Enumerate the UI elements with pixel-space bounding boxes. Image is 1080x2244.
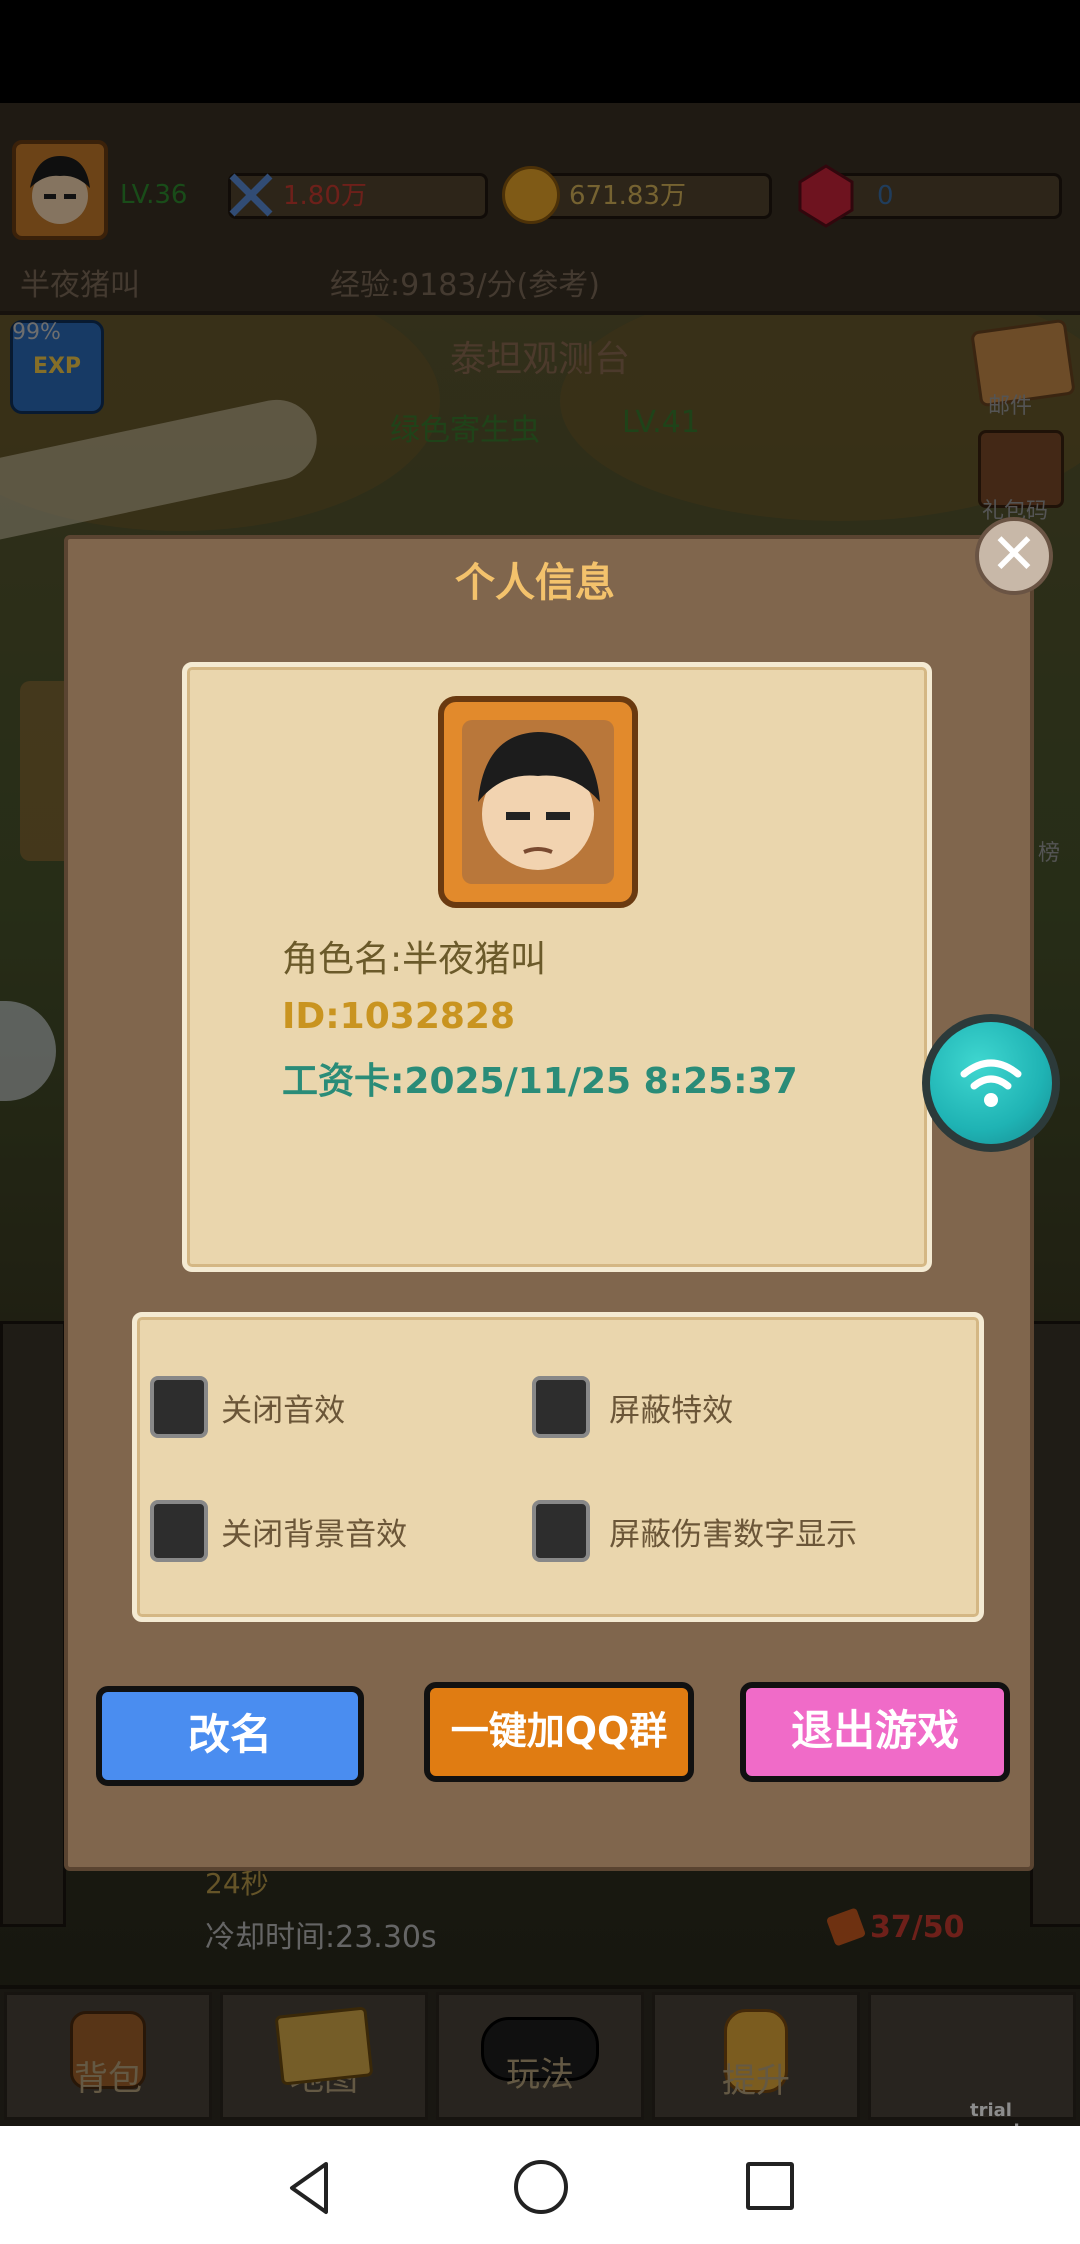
- mute-sound-checkbox[interactable]: [150, 1376, 208, 1438]
- settings-card: [132, 1312, 984, 1622]
- hide-damage-checkbox[interactable]: [532, 1500, 590, 1562]
- rename-button[interactable]: 改名: [96, 1686, 364, 1786]
- option-mute-sound[interactable]: 关闭音效: [150, 1376, 345, 1438]
- mute-sound-label: 关闭音效: [221, 1392, 346, 1429]
- dialog-title: 个人信息: [455, 560, 615, 606]
- exit-game-button[interactable]: 退出游戏: [740, 1682, 1010, 1782]
- hide-effects-checkbox[interactable]: [532, 1376, 590, 1438]
- recents-icon[interactable]: [746, 2162, 794, 2210]
- role-name: 角色名:半夜猪叫: [282, 939, 547, 980]
- mute-bgm-label: 关闭背景音效: [221, 1516, 408, 1553]
- wifi-icon[interactable]: [930, 1022, 1052, 1144]
- mute-bgm-checkbox[interactable]: [150, 1500, 208, 1562]
- salary-card: 工资卡:2025/11/25 8:25:37: [282, 1061, 798, 1102]
- close-icon[interactable]: ✕: [975, 517, 1053, 595]
- join-qq-group-button[interactable]: 一键加QQ群: [424, 1682, 694, 1782]
- player-id: ID:1032828: [282, 996, 516, 1037]
- back-icon[interactable]: [280, 2158, 340, 2218]
- status-bar: [0, 0, 1080, 103]
- profile-avatar: [438, 696, 638, 908]
- option-mute-bgm[interactable]: 关闭背景音效: [150, 1500, 407, 1562]
- hide-damage-label: 屏蔽伤害数字显示: [609, 1516, 858, 1553]
- option-hide-effects[interactable]: 屏蔽特效: [532, 1376, 733, 1438]
- option-hide-damage[interactable]: 屏蔽伤害数字显示: [532, 1500, 857, 1562]
- home-icon[interactable]: [514, 2160, 568, 2214]
- hide-effects-label: 屏蔽特效: [609, 1392, 734, 1429]
